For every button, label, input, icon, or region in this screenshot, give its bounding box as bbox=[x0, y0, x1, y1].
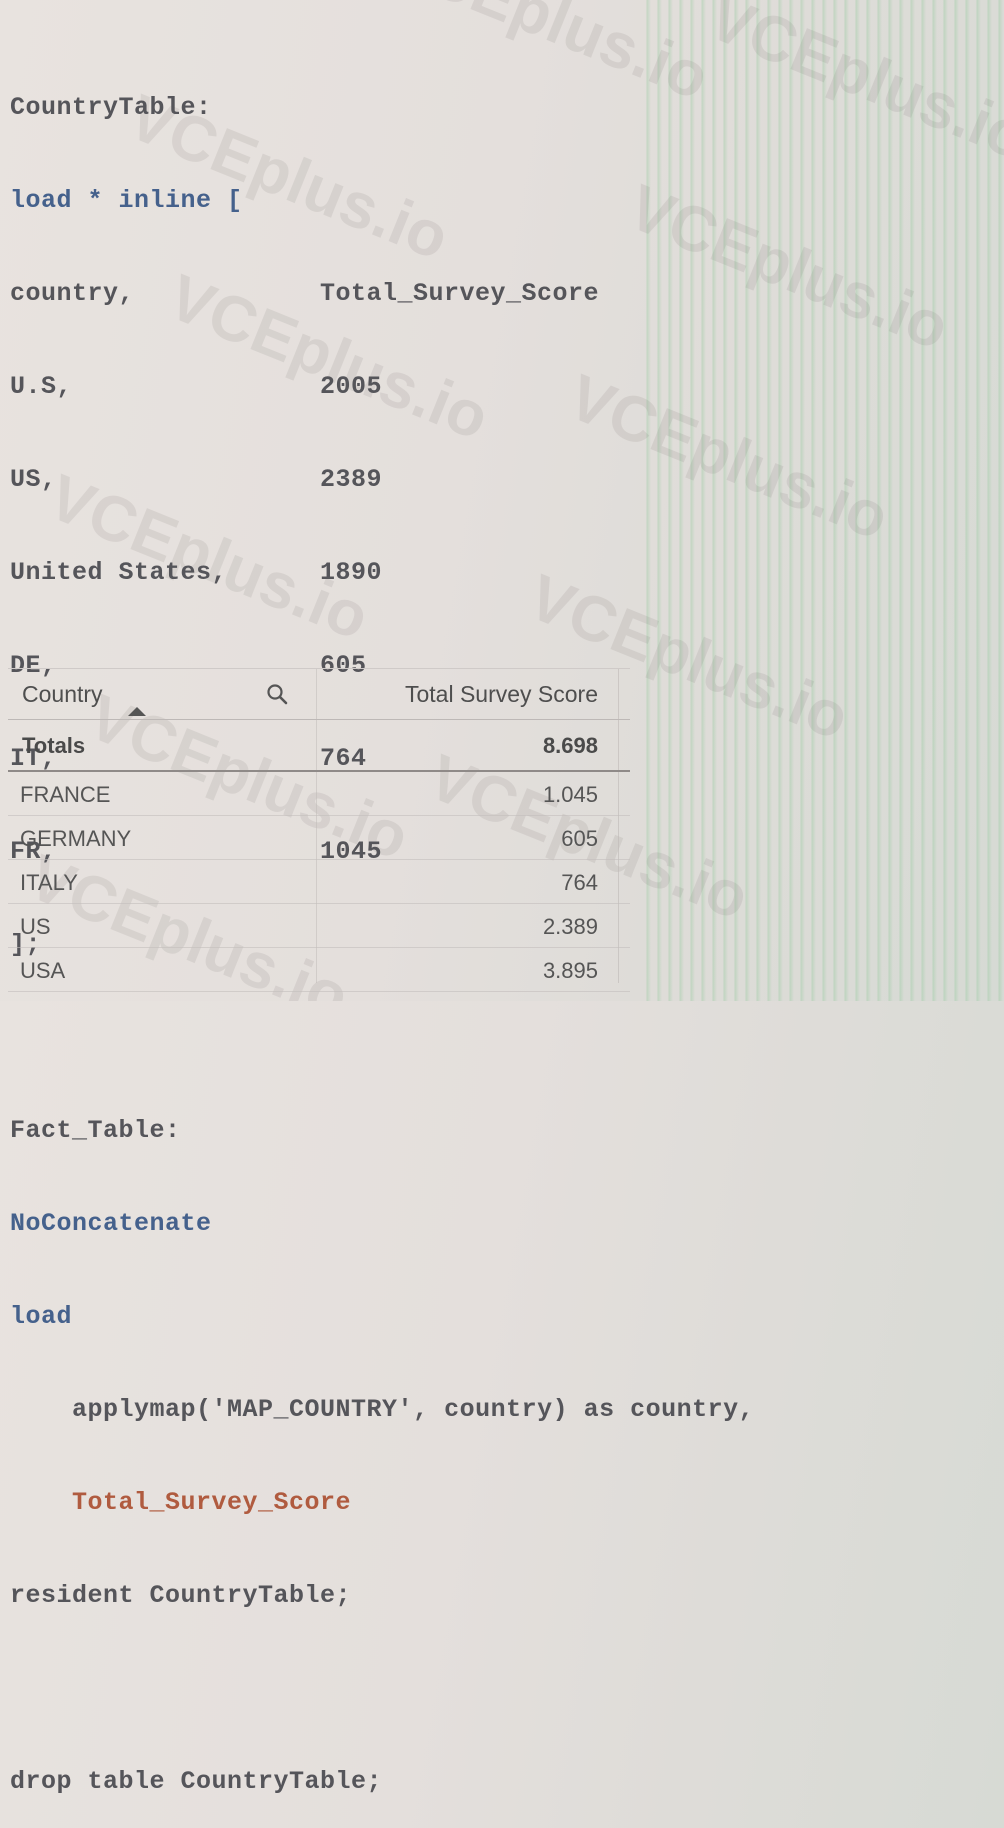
script-line: applymap('MAP_COUNTRY', country) as coun… bbox=[10, 1394, 970, 1425]
inline-country: U.S, bbox=[10, 372, 73, 401]
table-label: CountryTable: bbox=[10, 93, 212, 122]
country-cell[interactable]: USA bbox=[20, 958, 65, 984]
inline-score: 1890 bbox=[320, 558, 383, 587]
script-blank-line bbox=[10, 1022, 970, 1053]
script-line: CountryTable: bbox=[10, 92, 970, 123]
inline-header-score: Total_Survey_Score bbox=[320, 279, 600, 308]
totals-label: Totals bbox=[22, 733, 86, 758]
script-line: Fact_Table: bbox=[10, 1115, 970, 1146]
resident-statement: resident CountryTable; bbox=[10, 1581, 352, 1610]
load-keyword: load bbox=[10, 1302, 73, 1331]
inline-score: 2005 bbox=[320, 372, 383, 401]
table-label: Fact_Table: bbox=[10, 1116, 181, 1145]
inline-score: 2389 bbox=[320, 465, 383, 494]
column-header-total-survey-score[interactable]: Total Survey Score bbox=[405, 681, 598, 708]
country-cell[interactable]: ITALY bbox=[20, 870, 78, 896]
script-line: load bbox=[10, 1301, 970, 1332]
table-row[interactable]: ITALY 764 bbox=[8, 860, 630, 904]
totals-row: Totals 8.698 bbox=[8, 720, 630, 772]
script-line: load * inline [ bbox=[10, 185, 970, 216]
straight-table: Country Total Survey Score Totals 8.698 … bbox=[8, 668, 630, 992]
table-row[interactable]: GERMANY 605 bbox=[8, 816, 630, 860]
country-cell[interactable]: GERMANY bbox=[20, 826, 131, 852]
field-total-survey-score: Total_Survey_Score bbox=[10, 1488, 352, 1517]
script-line: country, Total_Survey_Score bbox=[10, 278, 970, 309]
sort-ascending-icon[interactable] bbox=[128, 707, 146, 716]
script-line: resident CountryTable; bbox=[10, 1580, 970, 1611]
inline-country: US, bbox=[10, 465, 57, 494]
drop-table-statement: drop table CountryTable; bbox=[10, 1767, 383, 1796]
totals-value: 8.698 bbox=[542, 733, 598, 758]
column-header-country[interactable]: Country bbox=[22, 681, 103, 708]
search-icon[interactable] bbox=[266, 683, 288, 705]
script-blank-line bbox=[10, 1673, 970, 1704]
score-cell: 1.045 bbox=[542, 782, 598, 807]
inline-header-country: country, bbox=[10, 279, 135, 308]
score-cell: 764 bbox=[561, 870, 598, 895]
score-cell: 605 bbox=[561, 826, 598, 851]
country-cell[interactable]: US bbox=[20, 914, 51, 940]
applymap-expression: applymap('MAP_COUNTRY', country) as coun… bbox=[10, 1395, 755, 1424]
script-line: Total_Survey_Score bbox=[10, 1487, 970, 1518]
script-line: NoConcatenate bbox=[10, 1208, 970, 1239]
table-row[interactable]: USA 3.895 bbox=[8, 948, 630, 992]
country-cell[interactable]: FRANCE bbox=[20, 782, 110, 808]
score-cell: 2.389 bbox=[542, 914, 598, 939]
script-line: US, 2389 bbox=[10, 464, 970, 495]
table-row[interactable]: FRANCE 1.045 bbox=[8, 772, 630, 816]
script-line: U.S, 2005 bbox=[10, 371, 970, 402]
table-header-row: Country Total Survey Score bbox=[8, 668, 630, 720]
noconcatenate-keyword: NoConcatenate bbox=[10, 1209, 212, 1238]
script-line: drop table CountryTable; bbox=[10, 1766, 970, 1797]
table-row[interactable]: US 2.389 bbox=[8, 904, 630, 948]
inline-country: United States, bbox=[10, 558, 228, 587]
score-cell: 3.895 bbox=[542, 958, 598, 983]
script-line: United States, 1890 bbox=[10, 557, 970, 588]
load-inline-statement: load * inline [ bbox=[10, 186, 243, 215]
